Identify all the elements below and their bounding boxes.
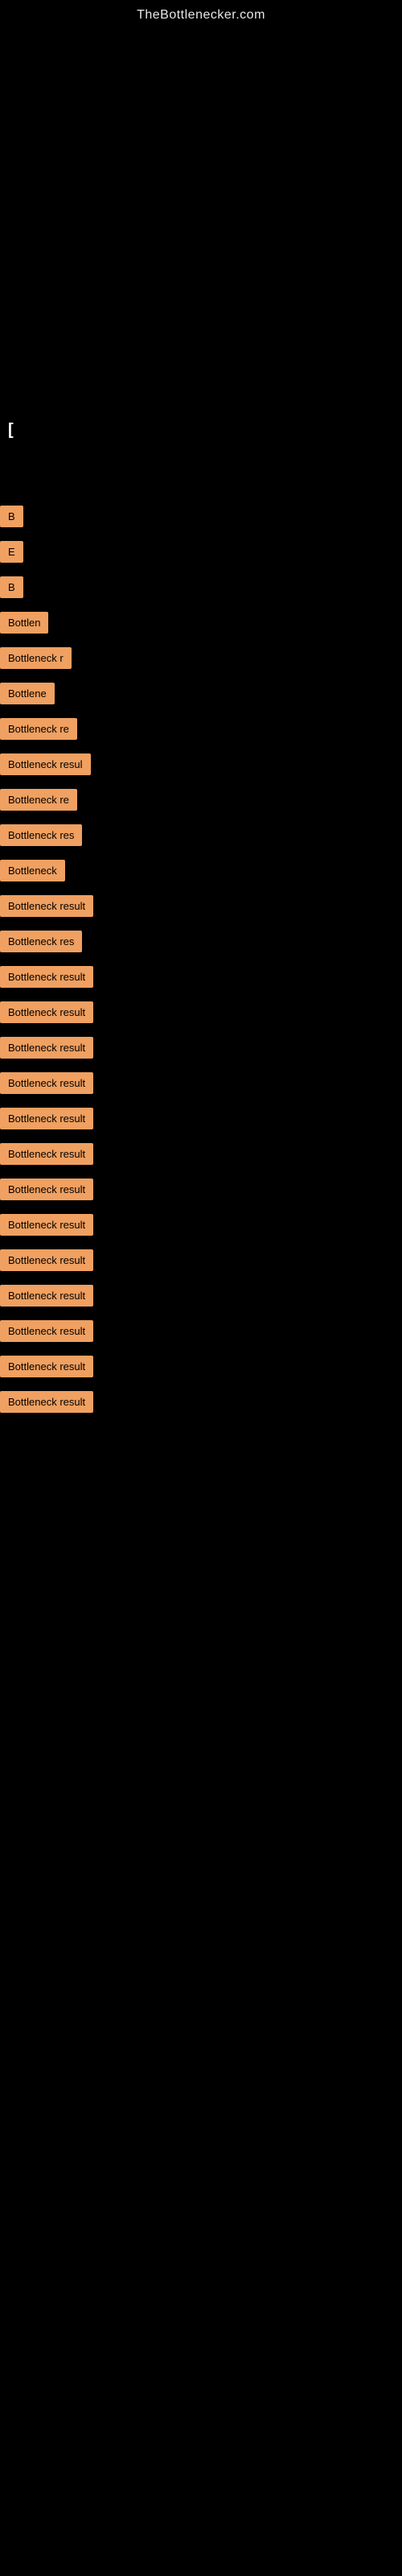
bottleneck-result-badge[interactable]: Bottleneck re	[0, 789, 77, 811]
bottleneck-result-badge[interactable]: Bottleneck	[0, 860, 65, 881]
bottleneck-result-badge[interactable]: Bottleneck result	[0, 1001, 93, 1023]
result-item: Bottleneck result	[0, 1212, 402, 1241]
result-item: Bottleneck res	[0, 929, 402, 958]
bottleneck-result-badge[interactable]: Bottleneck result	[0, 1037, 93, 1059]
bottleneck-result-badge[interactable]: Bottleneck r	[0, 647, 72, 669]
result-item: Bottleneck result	[0, 1177, 402, 1206]
bottleneck-result-badge[interactable]: Bottleneck result	[0, 1072, 93, 1094]
result-item: Bottleneck result	[0, 1035, 402, 1064]
result-item: Bottleneck result	[0, 1283, 402, 1312]
result-item: Bottleneck result	[0, 1319, 402, 1348]
result-item: B	[0, 575, 402, 604]
bottleneck-result-badge[interactable]: Bottleneck result	[0, 1179, 93, 1200]
result-item: Bottleneck result	[0, 964, 402, 993]
result-item: Bottleneck result	[0, 1106, 402, 1135]
bottleneck-result-badge[interactable]: Bottleneck result	[0, 1356, 93, 1377]
result-item: Bottleneck res	[0, 823, 402, 852]
bottleneck-result-badge[interactable]: Bottlen	[0, 612, 48, 634]
bottleneck-result-badge[interactable]: Bottleneck re	[0, 718, 77, 740]
chart-area	[0, 27, 402, 413]
bottleneck-result-badge[interactable]: Bottleneck res	[0, 824, 82, 846]
bottleneck-result-badge[interactable]: Bottleneck result	[0, 1143, 93, 1165]
bottleneck-result-badge[interactable]: Bottleneck result	[0, 1214, 93, 1236]
result-item: Bottleneck re	[0, 716, 402, 745]
bottleneck-result-badge[interactable]: Bottleneck resul	[0, 753, 91, 775]
result-item: Bottleneck result	[0, 1071, 402, 1100]
bottleneck-result-badge[interactable]: Bottleneck result	[0, 1249, 93, 1271]
result-item: Bottleneck	[0, 858, 402, 887]
result-item: Bottleneck resul	[0, 752, 402, 781]
cursor-indicator: [	[8, 421, 14, 440]
result-item: Bottleneck result	[0, 1354, 402, 1383]
bottleneck-result-badge[interactable]: B	[0, 576, 23, 598]
result-item: Bottleneck result	[0, 1389, 402, 1418]
bottleneck-result-badge[interactable]: B	[0, 506, 23, 527]
bottleneck-result-badge[interactable]: Bottlene	[0, 683, 55, 704]
results-container: BEB Bottlen Bottleneck r Bottlene Bottleneck…	[0, 493, 402, 1429]
site-title: TheBottlenecker.com	[0, 0, 402, 27]
bottleneck-result-badge[interactable]: Bottleneck result	[0, 1108, 93, 1129]
bottleneck-result-badge[interactable]: Bottleneck result	[0, 966, 93, 988]
result-item: Bottlen	[0, 610, 402, 639]
result-item: Bottlene	[0, 681, 402, 710]
bottleneck-result-badge[interactable]: E	[0, 541, 23, 563]
result-item: Bottleneck re	[0, 787, 402, 816]
result-item: Bottleneck result	[0, 1000, 402, 1029]
result-item: Bottleneck result	[0, 1141, 402, 1170]
result-item: E	[0, 539, 402, 568]
bottleneck-result-badge[interactable]: Bottleneck result	[0, 1391, 93, 1413]
result-item: Bottleneck r	[0, 646, 402, 675]
result-item: B	[0, 504, 402, 533]
bottleneck-result-badge[interactable]: Bottleneck result	[0, 1285, 93, 1307]
bottleneck-result-badge[interactable]: Bottleneck result	[0, 895, 93, 917]
cursor-area: [	[0, 413, 402, 493]
bottleneck-result-badge[interactable]: Bottleneck result	[0, 1320, 93, 1342]
result-item: Bottleneck result	[0, 894, 402, 923]
bottleneck-result-badge[interactable]: Bottleneck res	[0, 931, 82, 952]
result-item: Bottleneck result	[0, 1248, 402, 1277]
